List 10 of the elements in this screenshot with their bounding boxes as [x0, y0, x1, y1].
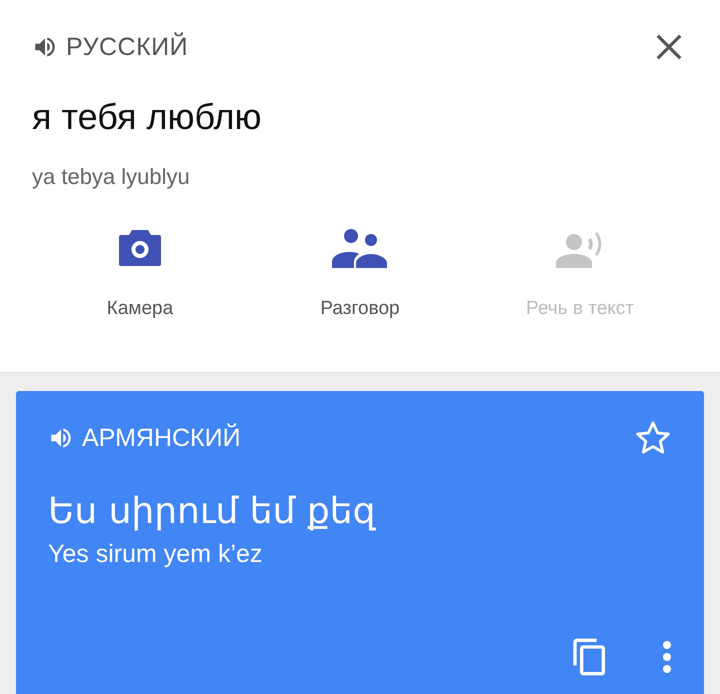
- source-transliteration: ya tebya lyublyu: [32, 164, 191, 190]
- conversation-action[interactable]: Разговор: [250, 228, 470, 320]
- translated-text: Ես սիրում եմ քեզ: [48, 491, 377, 532]
- target-language[interactable]: АРМЯНСКИЙ: [82, 424, 241, 452]
- camera-icon: [118, 228, 162, 268]
- source-language[interactable]: РУССКИЙ: [66, 32, 188, 62]
- translated-transliteration: Yes sirum yem k’ez: [48, 540, 264, 569]
- people-icon: [332, 228, 388, 268]
- source-text: я тебя люблю: [32, 96, 263, 138]
- camera-action[interactable]: Камера: [30, 228, 250, 320]
